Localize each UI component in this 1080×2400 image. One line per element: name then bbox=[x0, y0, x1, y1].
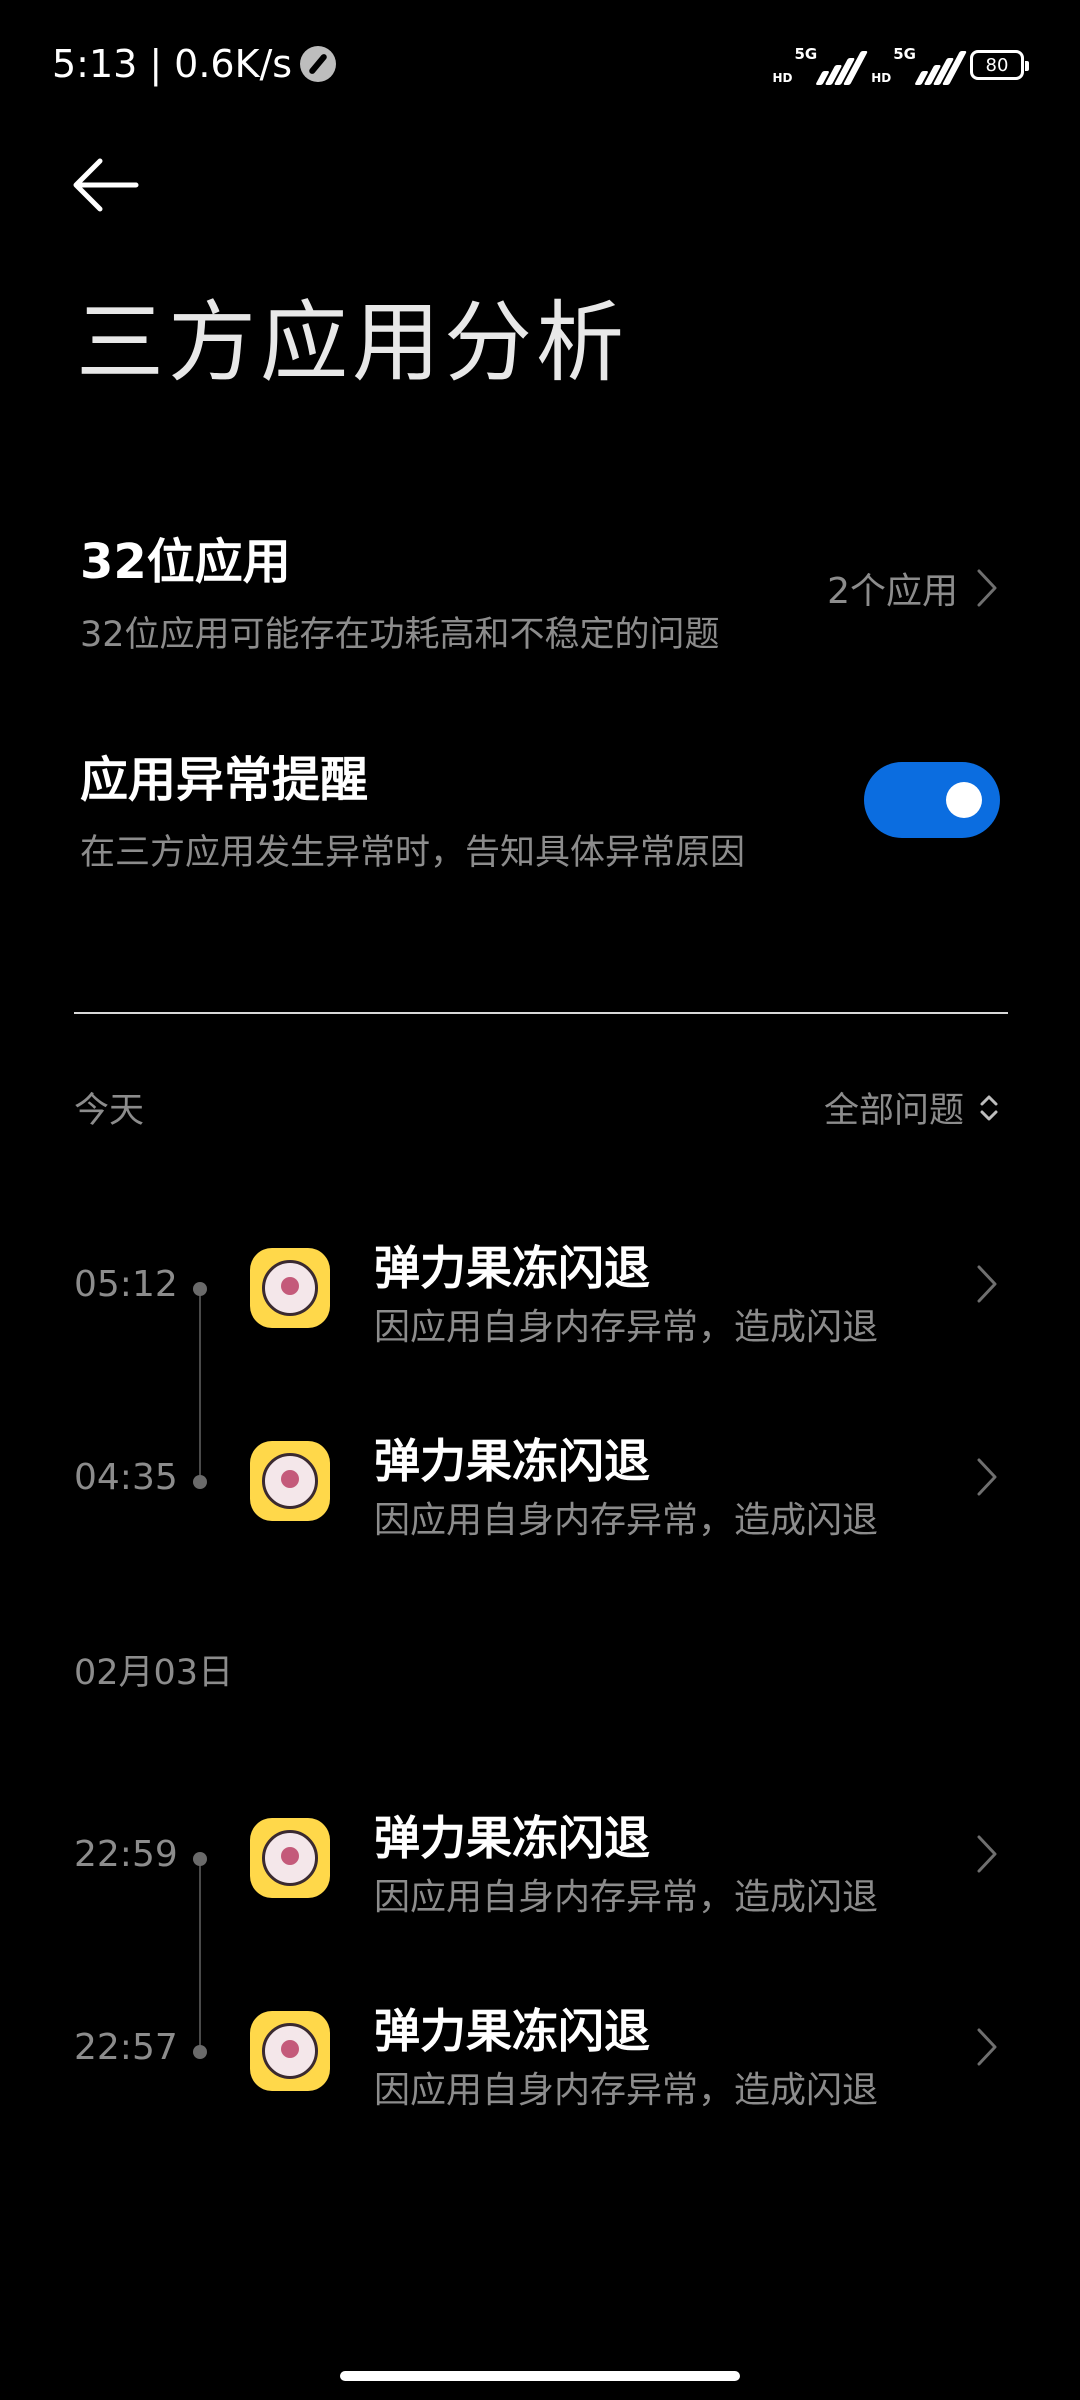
chevron-right-icon bbox=[977, 1458, 997, 1496]
back-button[interactable] bbox=[70, 150, 146, 220]
section-label-today: 今天 bbox=[74, 1091, 145, 1131]
home-indicator[interactable] bbox=[340, 2371, 740, 2381]
crash-title: 弹力果冻闪退 bbox=[374, 1434, 650, 1488]
network-type: 5G bbox=[794, 45, 818, 63]
apps-32bit-count: 2个应用 bbox=[827, 571, 958, 612]
filter-label: 全部问题 bbox=[823, 1091, 964, 1131]
signal-1: HD 5G bbox=[772, 45, 869, 85]
network-type: 5G bbox=[893, 45, 916, 63]
battery-level: 80 bbox=[985, 54, 1009, 76]
page-title: 三方应用分析 bbox=[76, 291, 629, 394]
crash-item[interactable]: 05:12 弹力果冻闪退 因应用自身内存异常，造成闪退 bbox=[0, 1212, 1080, 1362]
crash-title: 弹力果冻闪退 bbox=[374, 2004, 650, 2058]
chevron-right-icon bbox=[977, 2028, 997, 2066]
timeline-dot bbox=[193, 1852, 207, 1866]
divider bbox=[74, 1012, 1008, 1014]
network-speed: 0.6K/s bbox=[174, 42, 293, 86]
apps-32bit-value[interactable]: 2个应用 bbox=[827, 562, 998, 614]
crash-time: 22:59 bbox=[74, 1834, 178, 1875]
app-icon bbox=[250, 2011, 330, 2091]
status-time: 5:13 bbox=[52, 42, 138, 86]
arrow-left-icon bbox=[73, 158, 139, 212]
crash-reason: 因应用自身内存异常，造成闪退 bbox=[374, 1877, 879, 1918]
crash-time: 04:35 bbox=[74, 1457, 178, 1498]
crash-title: 弹力果冻闪退 bbox=[374, 1241, 650, 1295]
crash-item[interactable]: 22:59 弹力果冻闪退 因应用自身内存异常，造成闪退 bbox=[0, 1782, 1080, 1932]
chevron-right-icon bbox=[977, 1265, 997, 1303]
chevron-right-icon bbox=[977, 1835, 997, 1873]
status-separator: | bbox=[149, 42, 163, 86]
crash-item[interactable]: 22:57 弹力果冻闪退 因应用自身内存异常，造成闪退 bbox=[0, 1975, 1080, 2125]
app-icon bbox=[250, 1818, 330, 1898]
signal-bars-icon bbox=[914, 51, 968, 85]
status-bar: 5:13 | 0.6K/s HD 5G HD 5G 80 bbox=[0, 0, 1080, 126]
app-alert-title: 应用异常提醒 bbox=[80, 752, 369, 808]
timeline-dot bbox=[193, 1475, 207, 1489]
crash-time: 05:12 bbox=[74, 1264, 178, 1305]
crash-title: 弹力果冻闪退 bbox=[374, 1811, 650, 1865]
app-icon bbox=[250, 1441, 330, 1521]
status-right: HD 5G HD 5G 80 bbox=[772, 40, 1029, 90]
hd-icon: HD bbox=[871, 71, 892, 85]
section-label-date: 02月03日 bbox=[74, 1653, 234, 1693]
crash-item[interactable]: 04:35 弹力果冻闪退 因应用自身内存异常，造成闪退 bbox=[0, 1405, 1080, 1555]
timeline-dot bbox=[193, 2045, 207, 2059]
status-left: 5:13 | 0.6K/s bbox=[52, 38, 337, 90]
screen: 5:13 | 0.6K/s HD 5G HD 5G 80 三方应用分析 32位应… bbox=[0, 0, 1080, 2400]
crash-time: 22:57 bbox=[74, 2027, 178, 2068]
app-alert-row: 应用异常提醒 在三方应用发生异常时，告知具体异常原因 bbox=[80, 740, 1000, 875]
crash-reason: 因应用自身内存异常，造成闪退 bbox=[374, 1307, 879, 1348]
hd-icon: HD bbox=[772, 71, 793, 85]
chevron-right-icon bbox=[977, 569, 997, 607]
battery-icon: 80 bbox=[970, 50, 1029, 80]
sort-updown-icon bbox=[980, 1095, 998, 1120]
toggle-knob bbox=[946, 782, 982, 818]
signal-2: HD 5G bbox=[871, 45, 968, 85]
crash-reason: 因应用自身内存异常，造成闪退 bbox=[374, 1500, 879, 1541]
app-icon bbox=[250, 1248, 330, 1328]
crash-reason: 因应用自身内存异常，造成闪退 bbox=[374, 2070, 879, 2111]
app-alert-description: 在三方应用发生异常时，告知具体异常原因 bbox=[80, 833, 746, 873]
app-alert-toggle[interactable] bbox=[864, 762, 1000, 838]
signal-bars-icon bbox=[815, 51, 869, 85]
compass-icon bbox=[300, 46, 337, 82]
filter-dropdown[interactable]: 全部问题 bbox=[824, 1082, 1000, 1133]
timeline-dot bbox=[193, 1282, 207, 1296]
